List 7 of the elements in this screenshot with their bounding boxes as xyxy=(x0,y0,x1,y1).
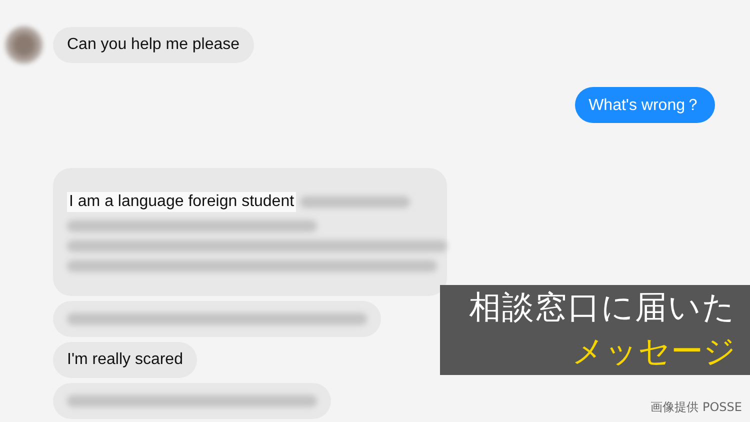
message-text: I am a language foreign student xyxy=(67,192,296,212)
image-credit: 画像提供 POSSE xyxy=(650,399,742,416)
message-bubble: Can you help me please xyxy=(53,27,254,63)
message-bubble: I'm really scared xyxy=(53,342,197,378)
caption-text: メッセージ xyxy=(572,331,736,372)
message-bubble: What's wrong？ xyxy=(574,87,715,123)
caption-text: 相談窓口に届いた xyxy=(469,287,736,328)
